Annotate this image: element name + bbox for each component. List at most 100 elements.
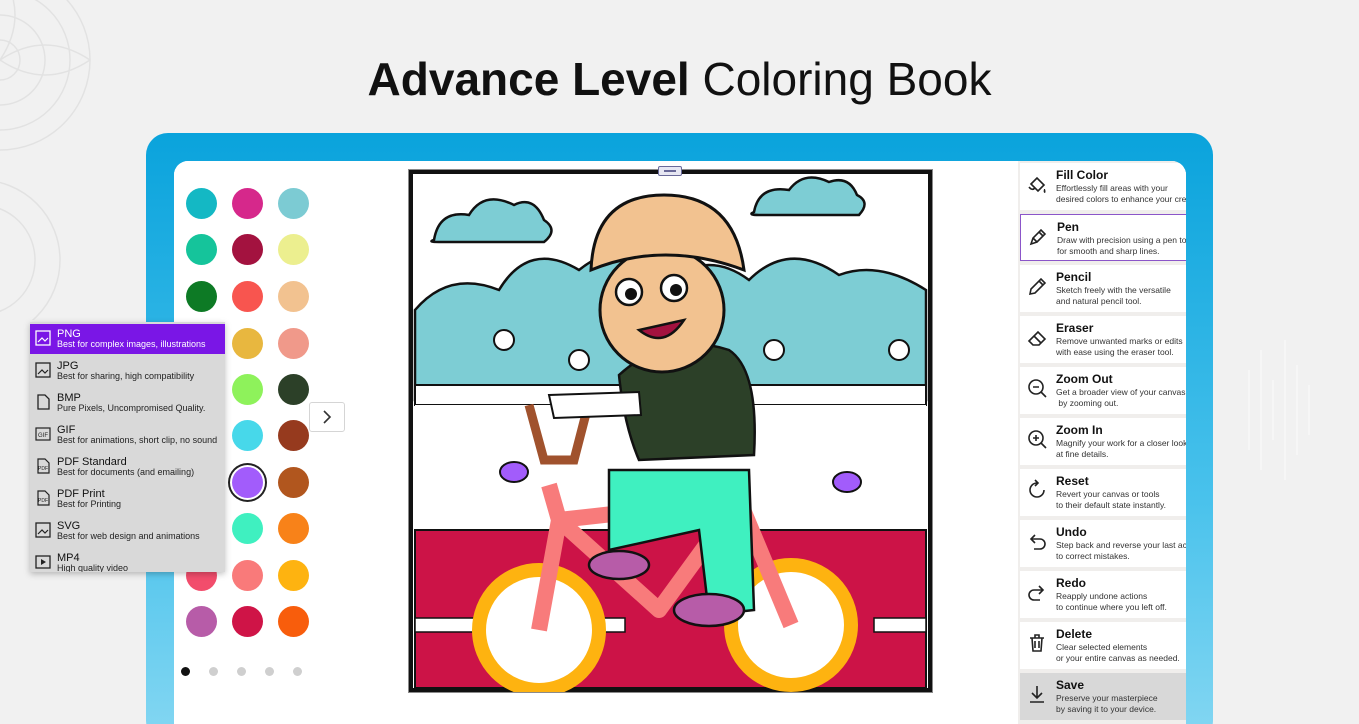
pencil-icon bbox=[1028, 277, 1047, 296]
page-headline: Advance Level Coloring Book bbox=[0, 52, 1359, 106]
format-description: Best for sharing, high compatibility bbox=[57, 371, 195, 381]
tool-eraser[interactable]: Eraser Remove unwanted marks or edits wit… bbox=[1020, 316, 1186, 363]
trash-icon bbox=[1030, 634, 1044, 652]
tool-pencil[interactable]: Pencil Sketch freely with the versatile a… bbox=[1020, 265, 1186, 312]
coloring-page-illustration[interactable] bbox=[409, 170, 932, 697]
color-swatch[interactable] bbox=[278, 188, 309, 219]
palette-page-dot[interactable] bbox=[181, 667, 190, 676]
redo-icon bbox=[1028, 585, 1045, 601]
tool-description: Remove unwanted marks or edits with ease… bbox=[1056, 336, 1183, 357]
color-swatch[interactable] bbox=[232, 234, 263, 265]
export-format-bmp[interactable]: BMP Pure Pixels, Uncompromised Quality. bbox=[30, 388, 225, 418]
format-description: Best for web design and animations bbox=[57, 531, 200, 541]
format-description: Best for documents (and emailing) bbox=[57, 467, 195, 477]
zoom-out-icon bbox=[1028, 379, 1047, 398]
drawing-canvas[interactable] bbox=[408, 169, 933, 697]
tool-pen[interactable]: PenDraw with precision using a pen tool … bbox=[1020, 214, 1186, 261]
format-description: Pure Pixels, Uncompromised Quality. bbox=[57, 403, 206, 413]
color-swatch[interactable] bbox=[232, 467, 263, 498]
undo-icon bbox=[1029, 534, 1046, 550]
png-image-icon bbox=[35, 330, 51, 346]
format-description: High quality video bbox=[57, 563, 129, 572]
color-swatch[interactable] bbox=[186, 234, 217, 265]
pdf-print-icon: PDF bbox=[37, 490, 50, 506]
tool-zoom-in[interactable]: Zoom In Magnify your work for a closer lo… bbox=[1020, 418, 1186, 465]
color-swatch[interactable] bbox=[232, 420, 263, 451]
pdf-icon: PDF bbox=[37, 458, 50, 474]
tool-name: Undo bbox=[1056, 525, 1087, 539]
palette-page-dot[interactable] bbox=[293, 667, 302, 676]
background-mandala bbox=[0, 0, 91, 320]
tool-name: Redo bbox=[1056, 576, 1086, 590]
palette-page-dot[interactable] bbox=[209, 667, 218, 676]
palette-page-dot[interactable] bbox=[237, 667, 246, 676]
palette-page-dot[interactable] bbox=[265, 667, 274, 676]
reset-icon bbox=[1029, 479, 1045, 498]
color-swatch[interactable] bbox=[232, 513, 263, 544]
export-format-pdf-standard[interactable]: PDF PDF Standard Best for documents (and e… bbox=[30, 452, 225, 482]
svg-text:PDF: PDF bbox=[38, 498, 48, 504]
tool-description: Revert your canvas or tools to their def… bbox=[1056, 489, 1166, 510]
tool-name: Pen bbox=[1057, 220, 1080, 234]
color-swatch[interactable] bbox=[232, 560, 263, 591]
eraser-icon bbox=[1027, 330, 1047, 346]
tool-name: Zoom In bbox=[1056, 423, 1103, 437]
tool-undo[interactable]: UndoStep back and reverse your last acti… bbox=[1020, 520, 1186, 567]
tool-reset[interactable]: Reset Revert your canvas or tools to thei… bbox=[1020, 469, 1186, 516]
color-swatch[interactable] bbox=[278, 606, 309, 637]
color-swatch[interactable] bbox=[186, 606, 217, 637]
tool-description: Preserve your masterpiece by saving it t… bbox=[1056, 693, 1158, 714]
tool-name: Save bbox=[1056, 678, 1085, 692]
color-swatch[interactable] bbox=[278, 281, 309, 312]
color-swatch[interactable] bbox=[232, 281, 263, 312]
format-description: Best for Printing bbox=[57, 499, 122, 509]
bmp-file-icon bbox=[37, 394, 50, 410]
tool-save[interactable]: Save Preserve your masterpiece by saving … bbox=[1020, 673, 1186, 720]
canvas-resize-handle[interactable] bbox=[658, 166, 682, 176]
background-sound-lines bbox=[1248, 340, 1310, 480]
color-swatch[interactable] bbox=[278, 560, 309, 591]
tool-name: Delete bbox=[1056, 627, 1093, 641]
format-description: Best for animations, short clip, no soun… bbox=[57, 435, 218, 445]
tool-fill-color[interactable]: Fill Color Effortlessly fill areas with y… bbox=[1020, 163, 1186, 210]
tool-description: Clear selected elements or your entire c… bbox=[1056, 642, 1180, 663]
export-format-menu: PNG Best for complex images, illustration… bbox=[30, 322, 225, 572]
color-swatch[interactable] bbox=[278, 420, 309, 451]
tool-description: Effortlessly fill areas with your desire… bbox=[1056, 183, 1186, 204]
color-swatch[interactable] bbox=[278, 467, 309, 498]
tool-name: Reset bbox=[1056, 474, 1089, 488]
color-swatch[interactable] bbox=[232, 374, 263, 405]
color-swatch[interactable] bbox=[278, 328, 309, 359]
tool-name: Eraser bbox=[1056, 321, 1094, 335]
color-swatch[interactable] bbox=[232, 606, 263, 637]
export-format-jpg[interactable]: JPG Best for sharing, high compatibility bbox=[30, 356, 225, 386]
color-swatch[interactable] bbox=[232, 328, 263, 359]
tool-zoom-out[interactable]: Zoom Out Get a broader view of your canva… bbox=[1020, 367, 1186, 414]
tool-name: Fill Color bbox=[1056, 168, 1108, 182]
tool-name: Zoom Out bbox=[1056, 372, 1113, 386]
color-swatch[interactable] bbox=[232, 188, 263, 219]
tool-redo[interactable]: Redo Reapply undone actions to continue w… bbox=[1020, 571, 1186, 618]
export-format-pdf-print[interactable]: PDF PDF Print Best for Printing bbox=[30, 484, 225, 514]
palette-next-button[interactable] bbox=[309, 402, 345, 432]
export-format-svg[interactable]: SVG Best for web design and animations bbox=[30, 516, 225, 546]
svg-text:PDF: PDF bbox=[38, 466, 48, 472]
color-swatch[interactable] bbox=[278, 513, 309, 544]
color-swatch[interactable] bbox=[278, 374, 309, 405]
app-screen: Fill Color Effortlessly fill areas with y… bbox=[174, 161, 1186, 724]
export-format-png[interactable]: PNG Best for complex images, illustration… bbox=[30, 324, 225, 354]
color-swatch[interactable] bbox=[186, 188, 217, 219]
color-swatch[interactable] bbox=[186, 281, 217, 312]
format-description: Best for complex images, illustrations bbox=[57, 339, 206, 349]
tool-description: Draw with precision using a pen tool for… bbox=[1057, 235, 1186, 256]
tool-delete[interactable]: Delete Clear selected elements or your en… bbox=[1020, 622, 1186, 669]
save-icon bbox=[1030, 686, 1044, 703]
jpg-image-icon bbox=[35, 362, 51, 378]
color-swatch[interactable] bbox=[278, 234, 309, 265]
tool-panel: Fill Color Effortlessly fill areas with y… bbox=[1018, 161, 1186, 724]
export-format-gif[interactable]: GIF GIF Best for animations, short clip, n… bbox=[30, 420, 225, 450]
tool-description: Get a broader view of your canvas by zoo… bbox=[1056, 387, 1186, 408]
zoom-in-icon bbox=[1028, 430, 1047, 449]
export-format-mp4[interactable]: MP4 High quality video bbox=[30, 548, 225, 572]
headline-regular: Coloring Book bbox=[702, 53, 992, 105]
